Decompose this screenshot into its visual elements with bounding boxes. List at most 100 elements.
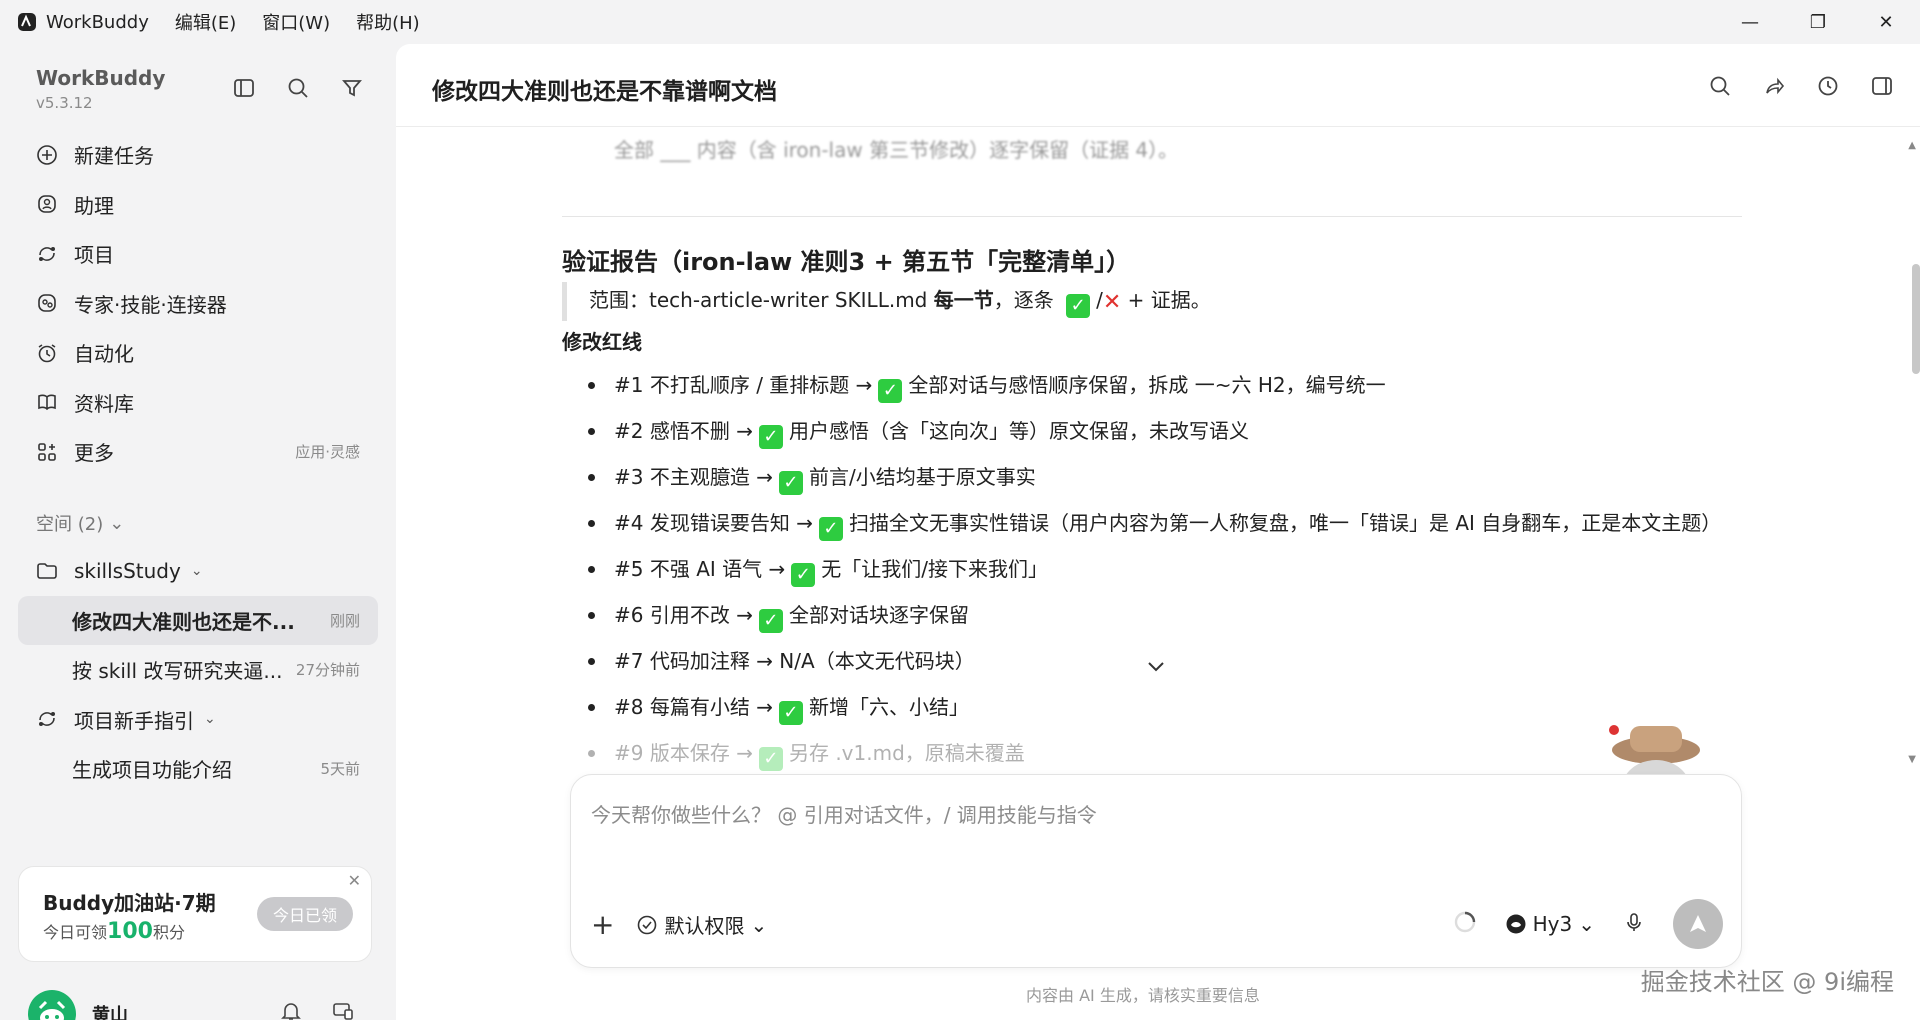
task-item[interactable]: 按 skill 改写研究夹逼... 27分钟前: [18, 645, 378, 695]
chat-composer[interactable]: 今天帮你做些什么？ @ 引用对话文件，/ 调用技能与指令 + 默认权限 ⌄ Hy…: [570, 774, 1742, 968]
project-tree: skillsStudy ⌄ 修改四大准则也还是不... 刚刚 按 skill 改…: [18, 546, 378, 794]
brand: WorkBuddy v5.3.12: [36, 66, 165, 112]
permission-select[interactable]: 默认权限 ⌄: [636, 910, 767, 939]
folder-skillsstudy[interactable]: skillsStudy ⌄: [18, 546, 378, 596]
nav-assistant[interactable]: 助理: [18, 180, 378, 230]
nav-project[interactable]: 项目: [18, 229, 378, 279]
nav-label: 资料库: [74, 391, 134, 416]
history-icon[interactable]: [1814, 72, 1842, 100]
check-icon: ✓: [778, 701, 803, 725]
header-divider: [396, 126, 1920, 127]
list-item: #1 不打乱顺序 / 重排标题 → ✓ 全部对话与感悟顺序保留，拆成 一~六 H2，…: [582, 366, 1742, 404]
add-button[interactable]: +: [591, 908, 614, 941]
search-icon[interactable]: [284, 74, 312, 102]
shield-check-icon: [638, 915, 657, 934]
scrollbar-thumb[interactable]: [1912, 264, 1920, 374]
check-icon: ✓: [758, 609, 783, 633]
send-button[interactable]: [1673, 899, 1723, 949]
plus-circle-icon: [34, 142, 60, 168]
sidebar: WorkBuddy v5.3.12 新建任务 助理 项目 专家·技能·连接器 自…: [0, 44, 396, 1020]
permission-label: 默认权限: [664, 914, 745, 938]
search-icon[interactable]: [1706, 72, 1734, 100]
nav-label: 助理: [74, 193, 114, 218]
folder-label: skillsStudy: [74, 558, 181, 583]
model-select[interactable]: Hy3 ⌄: [1505, 912, 1595, 936]
promo-subtitle: 今日可领100积分: [43, 919, 185, 944]
list-item: #5 不强 AI 语气 → ✓ 无「让我们/接下来我们」: [582, 550, 1742, 588]
check-icon: ✓: [878, 379, 903, 403]
task-time: 5天前: [320, 760, 360, 779]
loading-spinner-icon: [1453, 910, 1477, 938]
space-header[interactable]: 空间 (2) ⌄: [36, 510, 124, 536]
close-icon[interactable]: ✕: [348, 871, 361, 890]
project-icon: [34, 706, 60, 732]
list-item: #8 每篇有小结 → ✓ 新增「六、小结」: [582, 688, 1742, 726]
share-icon[interactable]: [1760, 72, 1788, 100]
nav-library[interactable]: 资料库: [18, 378, 378, 428]
list-item: #3 不主观臆造 → ✓ 前言/小结均基于原文事实: [582, 458, 1742, 496]
grid-icon: [34, 439, 60, 465]
bell-icon[interactable]: [280, 1000, 302, 1020]
nav-experts[interactable]: 专家·技能·连接器: [18, 279, 378, 329]
list-item: #2 感悟不删 → ✓ 用户感悟（含「这向次」等）原文保留，未改写语义: [582, 412, 1742, 450]
panel-toggle-icon[interactable]: [1868, 72, 1896, 100]
user-name: 黄山: [92, 1005, 128, 1020]
restore-button[interactable]: ❐: [1784, 0, 1852, 44]
folder-onboarding[interactable]: 项目新手指引 ⌄: [18, 695, 378, 745]
scope-quote: 范围：tech-article-writer SKILL.md 每一节，逐条 ✓…: [562, 282, 1211, 321]
promo-claim-button[interactable]: 今日已领: [257, 897, 353, 931]
microphone-icon[interactable]: [1623, 911, 1645, 937]
nav-label: 更多: [74, 441, 114, 466]
send-arrow-icon: [1690, 915, 1706, 932]
book-icon: [34, 389, 60, 415]
task-item-active[interactable]: 修改四大准则也还是不... 刚刚: [18, 595, 378, 645]
minimize-button[interactable]: —: [1716, 0, 1784, 44]
model-logo-icon: [1506, 914, 1526, 934]
chevron-down-icon: ⌄: [1578, 912, 1595, 936]
nav-automation[interactable]: 自动化: [18, 328, 378, 378]
scroll-up-arrow[interactable]: ▲: [1908, 140, 1916, 151]
check-icon: ✓: [818, 517, 843, 541]
scroll-down-arrow[interactable]: ▼: [1908, 754, 1916, 765]
chevron-down-icon: ⌄: [750, 912, 768, 937]
task-label: 生成项目功能介绍: [72, 758, 232, 783]
main-panel: 修改四大准则也还是不靠谱啊文档 全部 ___ 内容（含 iron-law 第三节…: [396, 44, 1920, 1020]
chevron-down-icon[interactable]: ⌄: [191, 563, 203, 579]
task-item[interactable]: 生成项目功能介绍 5天前: [18, 744, 378, 794]
list-item: #4 发现错误要告知 → ✓ 扫描全文无事实性错误（用户内容为第一人称复盘，唯一「错…: [582, 504, 1742, 542]
nav-more-extra: 应用·灵感: [295, 443, 360, 462]
device-icon[interactable]: [332, 1000, 354, 1020]
close-window-button[interactable]: ✕: [1852, 0, 1920, 44]
page-title: 修改四大准则也还是不靠谱啊文档: [432, 79, 777, 105]
composer-input[interactable]: 今天帮你做些什么？ @ 引用对话文件，/ 调用技能与指令: [591, 799, 1097, 828]
toggle-sidebar-icon[interactable]: [230, 74, 258, 102]
check-icon: ✓: [791, 563, 816, 587]
chevron-down-icon: ⌄: [109, 512, 125, 534]
chevron-down-icon[interactable]: ⌄: [204, 711, 216, 727]
menu-help[interactable]: 帮助(H): [356, 9, 420, 35]
title-bar: WorkBuddy 编辑(E) 窗口(W) 帮助(H) — ❐ ✕: [0, 0, 1920, 44]
check-icon: ✓: [778, 471, 803, 495]
promo-card[interactable]: Buddy加油站·7期 今日可领100积分 今日已领 ✕: [18, 866, 372, 962]
nav-more[interactable]: 更多 应用·灵感: [18, 427, 378, 477]
task-time: 刚刚: [329, 611, 360, 630]
chevron-down-icon[interactable]: [1146, 658, 1166, 677]
folder-label: 项目新手指引: [74, 708, 194, 733]
cut-off-text: 全部 ___ 内容（含 iron-law 第三节修改）逐字保留（证据 4）。: [614, 138, 1179, 162]
workbuddy-logo-icon: [18, 13, 36, 31]
task-label: 按 skill 改写研究夹逼...: [72, 659, 283, 684]
user-profile[interactable]: 黄山: [28, 990, 128, 1020]
model-label: Hy3: [1532, 912, 1573, 936]
section-heading: 修改红线: [562, 330, 642, 354]
horizontal-rule: [562, 216, 1742, 217]
main-nav: 新建任务 助理 项目 专家·技能·连接器 自动化 资料库 更多 应用·灵感: [18, 130, 378, 477]
space-label: 空间 (2): [36, 514, 104, 535]
menu-edit[interactable]: 编辑(E): [175, 9, 236, 35]
brand-version: v5.3.12: [36, 94, 93, 112]
avatar[interactable]: [28, 990, 76, 1020]
filter-icon[interactable]: [338, 74, 366, 102]
nav-new-task[interactable]: 新建任务: [18, 130, 378, 180]
menu-window[interactable]: 窗口(W): [262, 9, 330, 35]
task-time: 27分钟前: [295, 661, 360, 680]
nav-label: 专家·技能·连接器: [74, 292, 227, 317]
